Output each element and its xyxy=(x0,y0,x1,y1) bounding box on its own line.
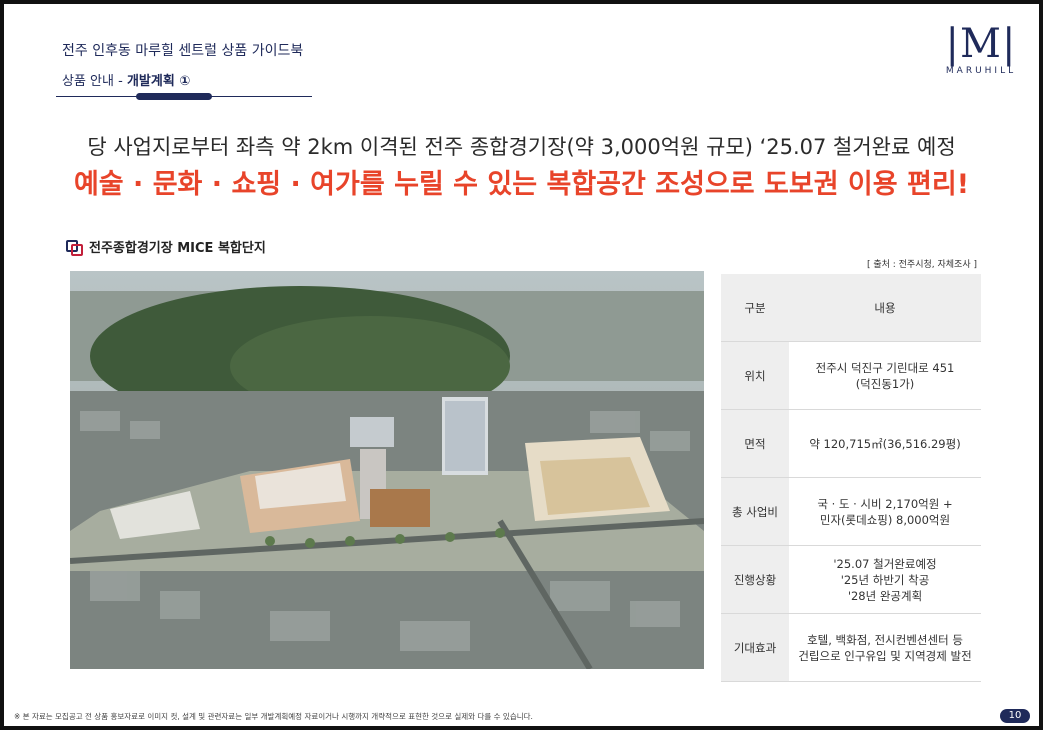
row-value: '25.07 철거완료예정 '25년 하반기 착공 '28년 완공계획 xyxy=(789,545,981,614)
table-header-content: 내용 xyxy=(789,274,981,342)
header-indicator xyxy=(136,93,212,100)
row-value-line: 건립으로 인구유입 및 지역경제 발전 xyxy=(798,648,972,663)
table-row: 진행상황 '25.07 철거완료예정 '25년 하반기 착공 '28년 완공계획 xyxy=(721,545,981,614)
section-title: 전주종합경기장 MICE 복합단지 xyxy=(89,241,266,256)
row-value-line: 민자(롯데쇼핑) 8,000억원 xyxy=(819,512,951,527)
headline-primary: 당 사업지로부터 좌측 약 2km 이격된 전주 종합경기장(약 3,000억원… xyxy=(87,135,956,159)
source-note: [ 출처 : 전주시청, 자체조사 ] xyxy=(866,260,977,270)
headline-highlight: 예술 · 문화 · 쇼핑 · 여가를 누릴 수 있는 복합공간 조성으로 도보권… xyxy=(73,169,970,200)
row-value-line: 전주시 덕진구 기린대로 451 xyxy=(815,360,955,375)
row-value: 호텔, 백화점, 전시컨벤션센터 등 건립으로 인구유입 및 지역경제 발전 xyxy=(789,613,981,682)
table-row: 위치 전주시 덕진구 기린대로 451 (덕진동1가) xyxy=(721,341,981,410)
breadcrumb: 상품 안내 - 개발계획 ① xyxy=(62,70,190,89)
maruhill-logo: |M| MARUHILL xyxy=(941,22,1021,92)
breadcrumb-active: 개발계획 ① xyxy=(126,74,191,89)
logo-wordmark: MARUHILL xyxy=(945,66,1017,76)
disclaimer-footnote: ※ 본 자료는 모집공고 전 상품 홍보자료로 이미지 컷, 설계 및 관련자료… xyxy=(14,712,533,721)
row-value: 전주시 덕진구 기린대로 451 (덕진동1가) xyxy=(789,341,981,410)
page-number-badge: 10 xyxy=(1000,709,1030,723)
row-value: 국 · 도 · 시비 2,170억원 + 민자(롯데쇼핑) 8,000억원 xyxy=(789,477,981,546)
row-value-line: '25년 하반기 착공 xyxy=(840,572,930,587)
table-row: 총 사업비 국 · 도 · 시비 2,170억원 + 민자(롯데쇼핑) 8,000… xyxy=(721,477,981,546)
row-key: 위치 xyxy=(721,341,789,410)
row-key: 기대효과 xyxy=(721,613,789,682)
project-info-table: 구분 내용 위치 전주시 덕진구 기린대로 451 (덕진동1가) 면적 약 12… xyxy=(721,274,981,682)
aerial-rendering-image xyxy=(70,271,704,669)
breadcrumb-prefix: 상품 안내 - xyxy=(62,74,127,89)
table-row: 면적 약 120,715㎡(36,516.29평) xyxy=(721,409,981,478)
row-key: 면적 xyxy=(721,409,789,478)
table-header-category: 구분 xyxy=(721,274,789,342)
table-header-row: 구분 내용 xyxy=(721,274,981,342)
page-frame: 전주 인후동 마루힐 센트럴 상품 가이드북 상품 안내 - 개발계획 ① |M… xyxy=(0,0,1043,730)
row-key: 총 사업비 xyxy=(721,477,789,546)
row-value-line: 호텔, 백화점, 전시컨벤션센터 등 xyxy=(807,632,963,647)
row-value-line: '25.07 철거완료예정 xyxy=(833,556,937,571)
row-key: 진행상황 xyxy=(721,545,789,614)
logo-mark: |M| xyxy=(945,21,1017,67)
aerial-rendering-illustration xyxy=(70,271,704,669)
section-bullet-icon xyxy=(66,239,83,256)
row-value-line: 국 · 도 · 시비 2,170억원 + xyxy=(817,496,953,511)
row-value: 약 120,715㎡(36,516.29평) xyxy=(789,409,981,478)
row-value-line: (덕진동1가) xyxy=(855,376,915,391)
section-heading: 전주종합경기장 MICE 복합단지 xyxy=(66,237,266,256)
table-row: 기대효과 호텔, 백화점, 전시컨벤션센터 등 건립으로 인구유입 및 지역경제 … xyxy=(721,613,981,682)
row-value-line: '28년 완공계획 xyxy=(847,588,923,603)
guidebook-title: 전주 인후동 마루힐 센트럴 상품 가이드북 xyxy=(62,43,304,59)
